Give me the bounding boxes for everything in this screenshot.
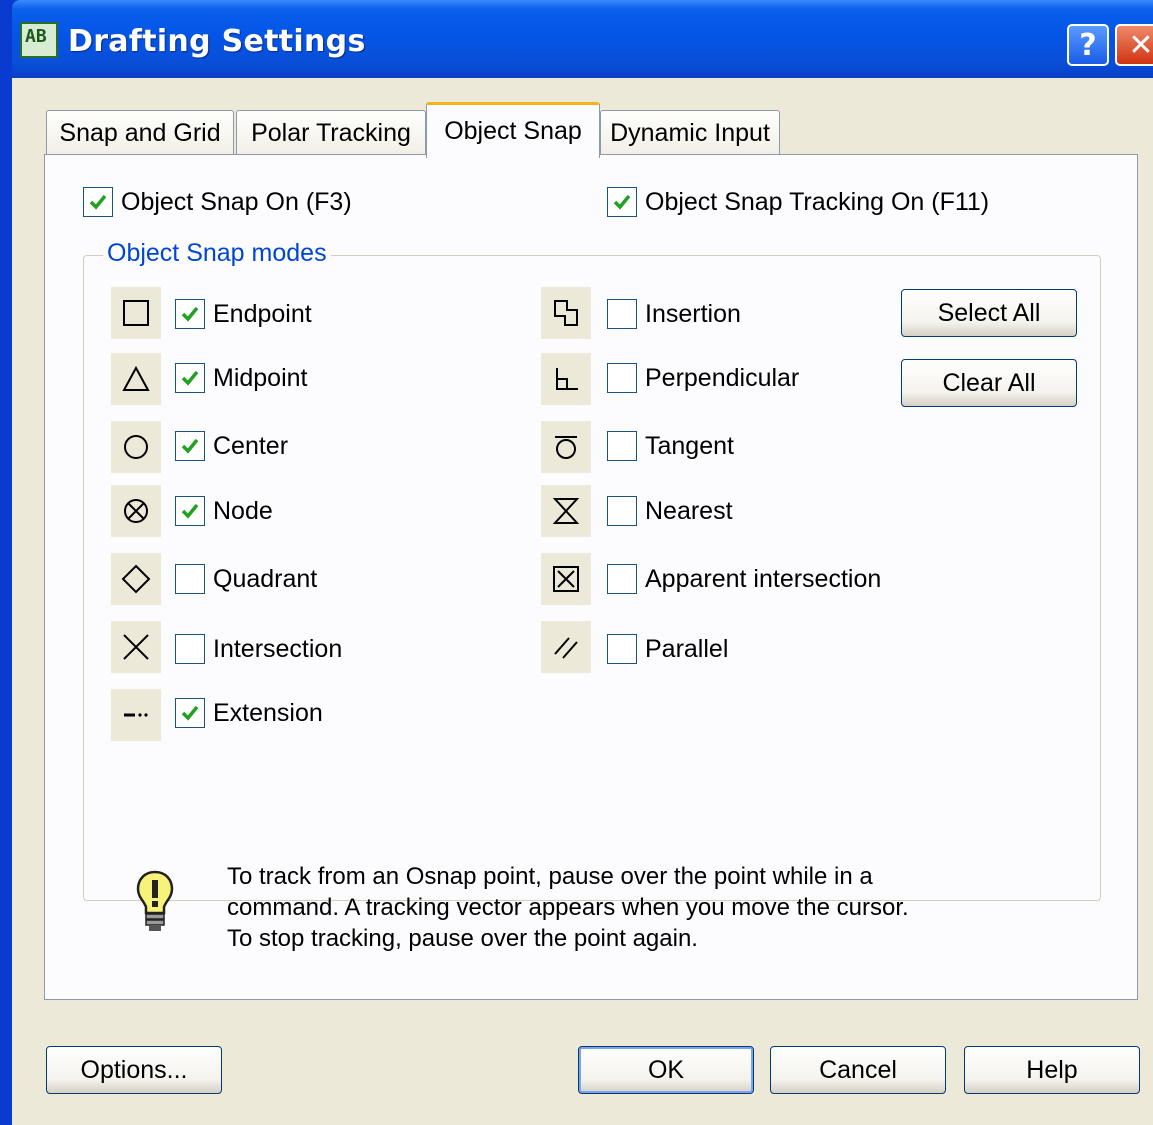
checkbox-box[interactable]	[175, 431, 205, 461]
insertion-label: Insertion	[645, 299, 741, 328]
extension-icon	[111, 689, 161, 741]
ok-button[interactable]: OK	[578, 1046, 754, 1094]
tangent-checkbox[interactable]: Tangent	[607, 431, 734, 461]
object-snap-tracking-label: Object Snap Tracking On (F11)	[645, 187, 990, 216]
node-checkbox[interactable]: Node	[175, 496, 273, 526]
tangent-label: Tangent	[645, 431, 734, 460]
checkbox-box[interactable]	[607, 431, 637, 461]
tip-line: To stop tracking, pause over the point a…	[227, 925, 698, 952]
help-question-button[interactable]: ?	[1067, 24, 1109, 66]
tip-text: To track from an Osnap point, pause over…	[227, 861, 1047, 954]
checkbox-box[interactable]	[607, 634, 637, 664]
intersection-x-icon	[111, 621, 161, 673]
object-snap-modes-label: Object Snap modes	[103, 239, 331, 268]
perpendicular-icon	[541, 353, 591, 405]
midpoint-checkbox[interactable]: Midpoint	[175, 363, 308, 393]
object-snap-on-checkbox[interactable]: Object Snap On (F3)	[83, 187, 352, 217]
cancel-button[interactable]: Cancel	[770, 1046, 946, 1094]
insertion-checkbox[interactable]: Insertion	[607, 299, 741, 329]
checkbox-box[interactable]	[175, 496, 205, 526]
tab-object-snap[interactable]: Object Snap	[426, 102, 600, 158]
quadrant-label: Quadrant	[213, 564, 318, 593]
node-icon	[111, 485, 161, 537]
options-button[interactable]: Options...	[46, 1046, 222, 1094]
center-checkbox[interactable]: Center	[175, 431, 288, 461]
dialog-client: Snap and Grid Polar Tracking Object Snap…	[12, 78, 1153, 1125]
checkbox-box[interactable]	[175, 363, 205, 393]
parallel-checkbox[interactable]: Parallel	[607, 634, 728, 664]
intersection-label: Intersection	[213, 634, 343, 663]
checkbox-box[interactable]	[175, 299, 205, 329]
checkbox-box[interactable]	[175, 698, 205, 728]
checkbox-box[interactable]	[607, 363, 637, 393]
clear-all-button[interactable]: Clear All	[901, 359, 1077, 407]
nearest-label: Nearest	[645, 496, 733, 525]
quadrant-checkbox[interactable]: Quadrant	[175, 564, 317, 594]
endpoint-square-icon	[111, 287, 161, 339]
window-frame: AB Drafting Settings ? ✕ Snap and Grid P…	[0, 0, 1153, 1125]
tip-line: command. A tracking vector appears when …	[227, 894, 909, 921]
apparent-intersection-checkbox[interactable]: Apparent intersection	[607, 564, 881, 594]
apparent-intersection-icon	[541, 553, 591, 605]
tab-polar-tracking[interactable]: Polar Tracking	[236, 110, 426, 156]
tab-dynamic-input[interactable]: Dynamic Input	[600, 110, 780, 156]
tangent-icon	[541, 421, 591, 473]
quadrant-diamond-icon	[111, 553, 161, 605]
object-snap-panel: Object Snap On (F3) Object Snap Tracking…	[44, 154, 1138, 1000]
title-bar[interactable]: AB Drafting Settings ? ✕	[12, 0, 1153, 78]
checkbox-box[interactable]	[607, 187, 637, 217]
object-snap-tracking-checkbox[interactable]: Object Snap Tracking On (F11)	[607, 187, 989, 217]
midpoint-label: Midpoint	[213, 363, 308, 392]
nearest-checkbox[interactable]: Nearest	[607, 496, 733, 526]
checkbox-box[interactable]	[607, 564, 637, 594]
select-all-button[interactable]: Select All	[901, 289, 1077, 337]
window-title: Drafting Settings	[68, 24, 366, 59]
extension-label: Extension	[213, 698, 323, 727]
nearest-hourglass-icon	[541, 485, 591, 537]
perpendicular-label: Perpendicular	[645, 363, 800, 392]
center-circle-icon	[111, 421, 161, 473]
checkbox-box[interactable]	[83, 187, 113, 217]
checkbox-box[interactable]	[175, 564, 205, 594]
extension-checkbox[interactable]: Extension	[175, 698, 323, 728]
apparent-intersection-label: Apparent intersection	[645, 564, 882, 593]
perpendicular-checkbox[interactable]: Perpendicular	[607, 363, 799, 393]
tab-snap-and-grid[interactable]: Snap and Grid	[46, 110, 234, 156]
endpoint-checkbox[interactable]: Endpoint	[175, 299, 312, 329]
checkbox-box[interactable]	[607, 496, 637, 526]
center-label: Center	[213, 431, 289, 460]
intersection-checkbox[interactable]: Intersection	[175, 634, 342, 664]
midpoint-triangle-icon	[111, 353, 161, 405]
tip-line: To track from an Osnap point, pause over…	[227, 863, 873, 890]
endpoint-label: Endpoint	[213, 299, 312, 328]
parallel-label: Parallel	[645, 634, 729, 663]
close-button[interactable]: ✕	[1115, 24, 1153, 66]
node-label: Node	[213, 496, 273, 525]
checkbox-box[interactable]	[607, 299, 637, 329]
drafting-settings-app-icon: AB	[20, 22, 58, 58]
help-button[interactable]: Help	[964, 1046, 1140, 1094]
parallel-icon	[541, 621, 591, 673]
checkbox-box[interactable]	[175, 634, 205, 664]
lightbulb-icon	[135, 869, 175, 937]
object-snap-on-label: Object Snap On (F3)	[121, 187, 352, 216]
insertion-icon	[541, 287, 591, 339]
